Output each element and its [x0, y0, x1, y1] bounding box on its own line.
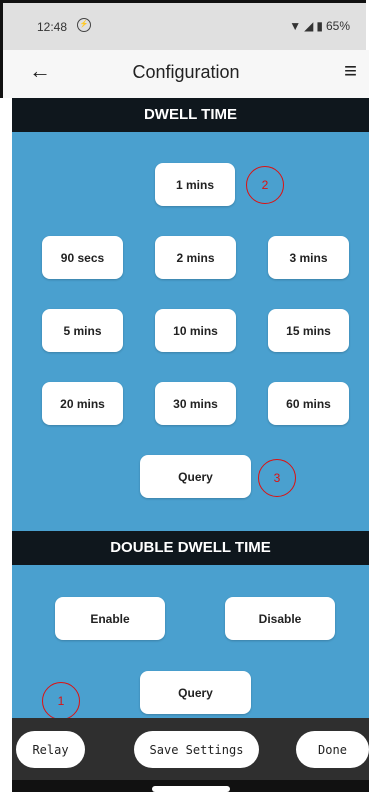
page-title: Configuration — [132, 62, 240, 82]
dwell-time-header: DWELL TIME — [12, 98, 369, 132]
home-gesture-pill[interactable] — [152, 786, 230, 792]
battery-icon: ▮ — [316, 19, 323, 33]
messenger-icon: ⚡ — [77, 18, 91, 32]
current-dwell-button[interactable]: 1 mins — [155, 163, 235, 206]
enable-button[interactable]: Enable — [55, 597, 165, 640]
dwell-option-3-mins[interactable]: 3 mins — [268, 236, 349, 279]
signal-icon: ◢ — [304, 19, 314, 33]
dwell-option-90-secs[interactable]: 90 secs — [42, 236, 123, 279]
dwell-query-button[interactable]: Query — [140, 455, 251, 498]
marker-3: 3 — [258, 459, 296, 497]
save-settings-button[interactable]: Save Settings — [134, 731, 259, 768]
dwell-option-5-mins[interactable]: 5 mins — [42, 309, 123, 352]
dwell-option-15-mins[interactable]: 15 mins — [268, 309, 349, 352]
status-bar: 12:48 ⚡ ▼ ◢ ▮ 65% — [0, 0, 366, 53]
marker-1: 1 — [42, 682, 80, 720]
double-dwell-panel: Enable Disable Query 1 — [12, 565, 369, 720]
status-time: 12:48 — [37, 20, 68, 34]
battery-percent: 65% — [325, 19, 350, 33]
app-bar: ← Configuration ≡ — [0, 50, 369, 98]
double-dwell-header: DOUBLE DWELL TIME — [12, 531, 369, 565]
done-button[interactable]: Done — [296, 731, 369, 768]
dwell-option-20-mins[interactable]: 20 mins — [42, 382, 123, 425]
wifi-icon: ▼ — [289, 19, 302, 33]
dwell-option-60-mins[interactable]: 60 mins — [268, 382, 349, 425]
dwell-option-10-mins[interactable]: 10 mins — [155, 309, 236, 352]
disable-button[interactable]: Disable — [225, 597, 335, 640]
marker-2: 2 — [246, 166, 284, 204]
system-nav-bar — [12, 780, 369, 792]
menu-icon[interactable]: ≡ — [344, 58, 357, 84]
status-icons: ▼ ◢ ▮ 65% — [289, 19, 350, 33]
dwell-time-panel: 1 mins 2 90 secs 2 mins 3 mins 5 mins 10… — [12, 132, 369, 531]
dwell-option-30-mins[interactable]: 30 mins — [155, 382, 236, 425]
dwell-option-2-mins[interactable]: 2 mins — [155, 236, 236, 279]
bottom-bar: Relay Save Settings Done — [12, 718, 369, 780]
relay-button[interactable]: Relay — [16, 731, 85, 768]
double-dwell-query-button[interactable]: Query — [140, 671, 251, 714]
